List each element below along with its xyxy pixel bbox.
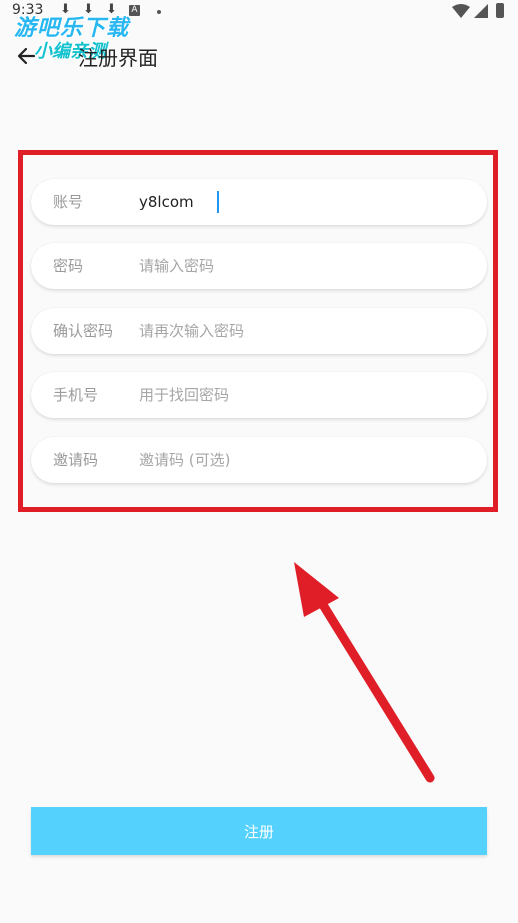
signal-icon (474, 4, 488, 18)
status-time: 9:33 (12, 2, 44, 18)
register-button[interactable]: 注册 (31, 807, 487, 855)
password-field[interactable]: 密码 (31, 243, 487, 289)
arrow-left-icon[interactable] (14, 42, 42, 70)
phone-input[interactable] (139, 372, 469, 418)
page-title: 注册界面 (78, 46, 158, 70)
text-caret (217, 191, 219, 213)
download-icon: ⬇ (106, 2, 117, 17)
invite-code-label: 邀请码 (53, 451, 99, 469)
confirm-password-field[interactable]: 确认密码 (31, 308, 487, 354)
account-field[interactable]: 账号 (31, 179, 487, 225)
download-icon: ⬇ (60, 2, 71, 17)
phone-label: 手机号 (53, 386, 99, 404)
account-label: 账号 (53, 193, 84, 211)
confirm-password-label: 确认密码 (53, 322, 114, 340)
confirm-password-input[interactable] (139, 308, 469, 354)
download-icon: ⬇ (83, 2, 94, 17)
battery-icon (496, 3, 504, 18)
invite-code-input[interactable] (139, 437, 469, 483)
phone-field[interactable]: 手机号 (31, 372, 487, 418)
status-bar: 9:33 ⬇ ⬇ ⬇ A (0, 0, 518, 24)
invite-code-field[interactable]: 邀请码 (31, 437, 487, 483)
account-input[interactable] (139, 179, 469, 225)
password-input[interactable] (139, 243, 469, 289)
dot-icon (157, 10, 161, 14)
password-label: 密码 (53, 257, 84, 275)
notification-icon: A (129, 5, 140, 16)
wifi-icon (452, 4, 470, 18)
app-header: 注册界面 (0, 32, 518, 80)
